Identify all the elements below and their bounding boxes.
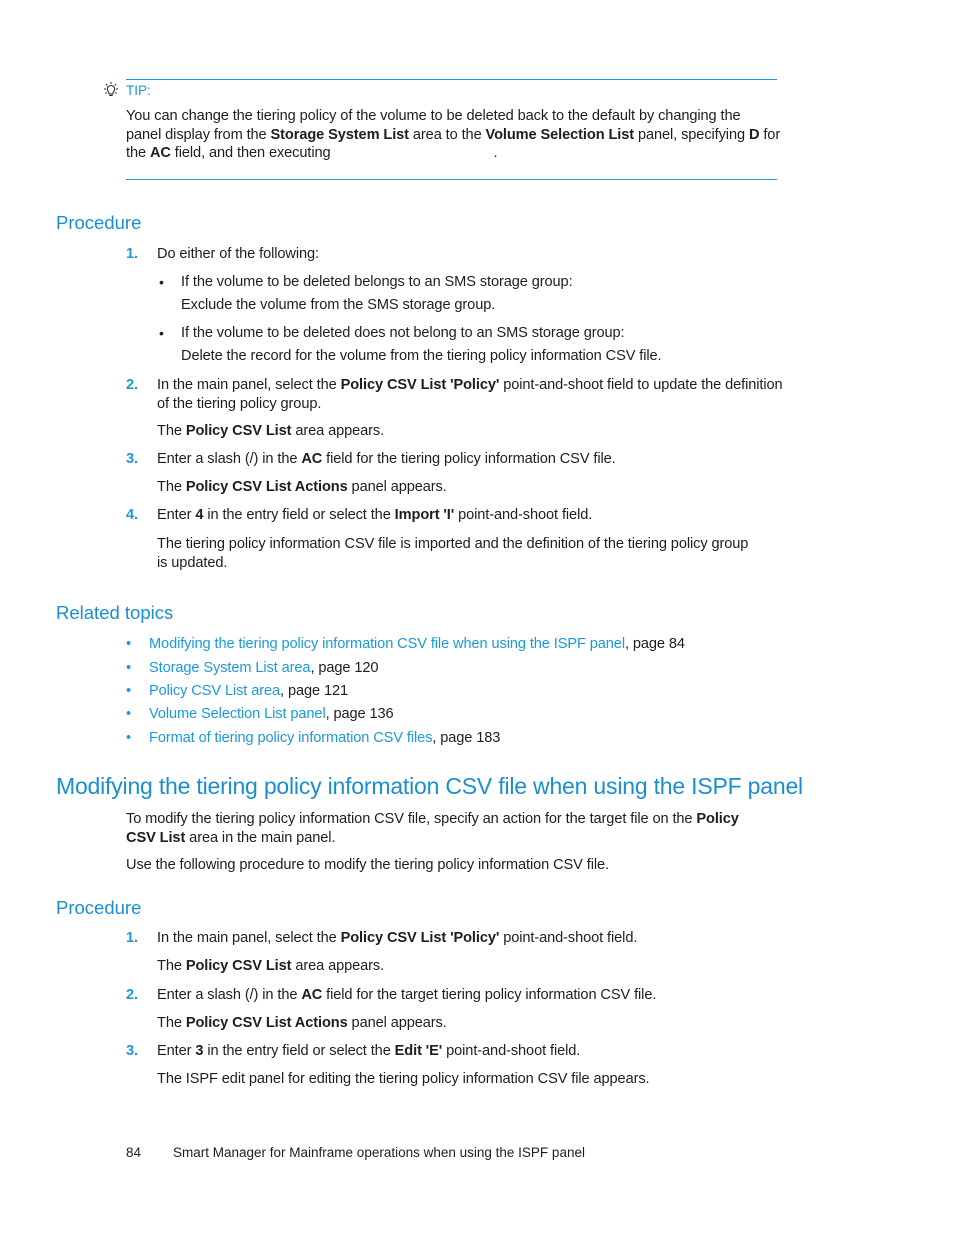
- page-number: 84: [126, 1145, 142, 1160]
- procedure-heading: Procedure: [56, 212, 142, 233]
- bullet-dot: •: [126, 660, 132, 676]
- tip-text: You can change the tiering policy of the…: [126, 107, 786, 163]
- step-number: 3.: [126, 1043, 138, 1059]
- related-topic-item: Policy CSV List area, page 121: [149, 683, 349, 699]
- step-number: 1.: [126, 930, 138, 946]
- step-text: In the main panel, select the Policy CSV…: [157, 377, 783, 412]
- related-topic-link[interactable]: Format of tiering policy information CSV…: [149, 730, 432, 746]
- step-number: 2.: [126, 377, 138, 393]
- step-result: The tiering policy information CSV file …: [157, 536, 749, 571]
- bullet-dot: •: [159, 325, 164, 341]
- step-text: Enter a slash (/) in the AC field for th…: [157, 451, 616, 467]
- bullet-dot: •: [126, 636, 132, 652]
- bullet-dot: •: [126, 683, 132, 699]
- related-topic-item: Storage System List area, page 120: [149, 660, 379, 676]
- related-topic-item: Format of tiering policy information CSV…: [149, 730, 501, 746]
- related-topic-item: Volume Selection List panel, page 136: [149, 706, 394, 722]
- related-topic-link[interactable]: Storage System List area: [149, 660, 311, 676]
- step-result: The Policy CSV List Actions panel appear…: [157, 479, 447, 495]
- step-text: Do either of the following:: [157, 246, 319, 262]
- bullet-item: If the volume to be deleted does not bel…: [181, 325, 662, 364]
- section-title: Modifying the tiering policy information…: [56, 773, 803, 799]
- bullet-dot: •: [126, 730, 132, 746]
- tip-top-rule: [126, 79, 777, 80]
- tip-line-2: panel display from the Storage System Li…: [126, 126, 781, 143]
- step-text: Enter 3 in the entry field or select the…: [157, 1043, 581, 1059]
- tip-bottom-rule: [126, 179, 777, 180]
- step-number: 3.: [126, 451, 138, 467]
- bullet-dot: •: [126, 706, 132, 722]
- related-topic-link[interactable]: Policy CSV List area: [149, 683, 280, 699]
- step-text: In the main panel, select the Policy CSV…: [157, 930, 638, 946]
- bullet-dot: •: [159, 274, 164, 290]
- tip-label: TIP:: [126, 83, 151, 98]
- section-intro: To modify the tiering policy information…: [126, 811, 739, 873]
- procedure-heading: Procedure: [56, 897, 142, 918]
- tip-line-1: You can change the tiering policy of the…: [126, 108, 741, 124]
- step-result: The Policy CSV List area appears.: [157, 423, 385, 439]
- step-result: The Policy CSV List Actions panel appear…: [157, 1015, 447, 1031]
- footer: 84 Smart Manager for Mainframe operation…: [126, 1145, 585, 1160]
- bullet-item: If the volume to be deleted belongs to a…: [181, 274, 573, 313]
- related-topic-link[interactable]: Modifying the tiering policy information…: [149, 636, 625, 652]
- step-number: 1.: [126, 246, 138, 262]
- related-topic-link[interactable]: Volume Selection List panel: [149, 706, 326, 722]
- tip-line-3: the AC field, and then executing.: [126, 145, 498, 161]
- step-text: Enter a slash (/) in the AC field for th…: [157, 987, 657, 1003]
- step-text: Enter 4 in the entry field or select the…: [157, 507, 593, 523]
- step-number: 4.: [126, 507, 138, 523]
- step-result: The Policy CSV List area appears.: [157, 958, 385, 974]
- lightbulb-icon: [102, 81, 120, 99]
- step-result: The ISPF edit panel for editing the tier…: [157, 1071, 650, 1087]
- related-topic-item: Modifying the tiering policy information…: [149, 636, 685, 652]
- related-topics-heading: Related topics: [56, 602, 174, 623]
- step-number: 2.: [126, 987, 138, 1003]
- footer-title: Smart Manager for Mainframe operations w…: [173, 1145, 585, 1160]
